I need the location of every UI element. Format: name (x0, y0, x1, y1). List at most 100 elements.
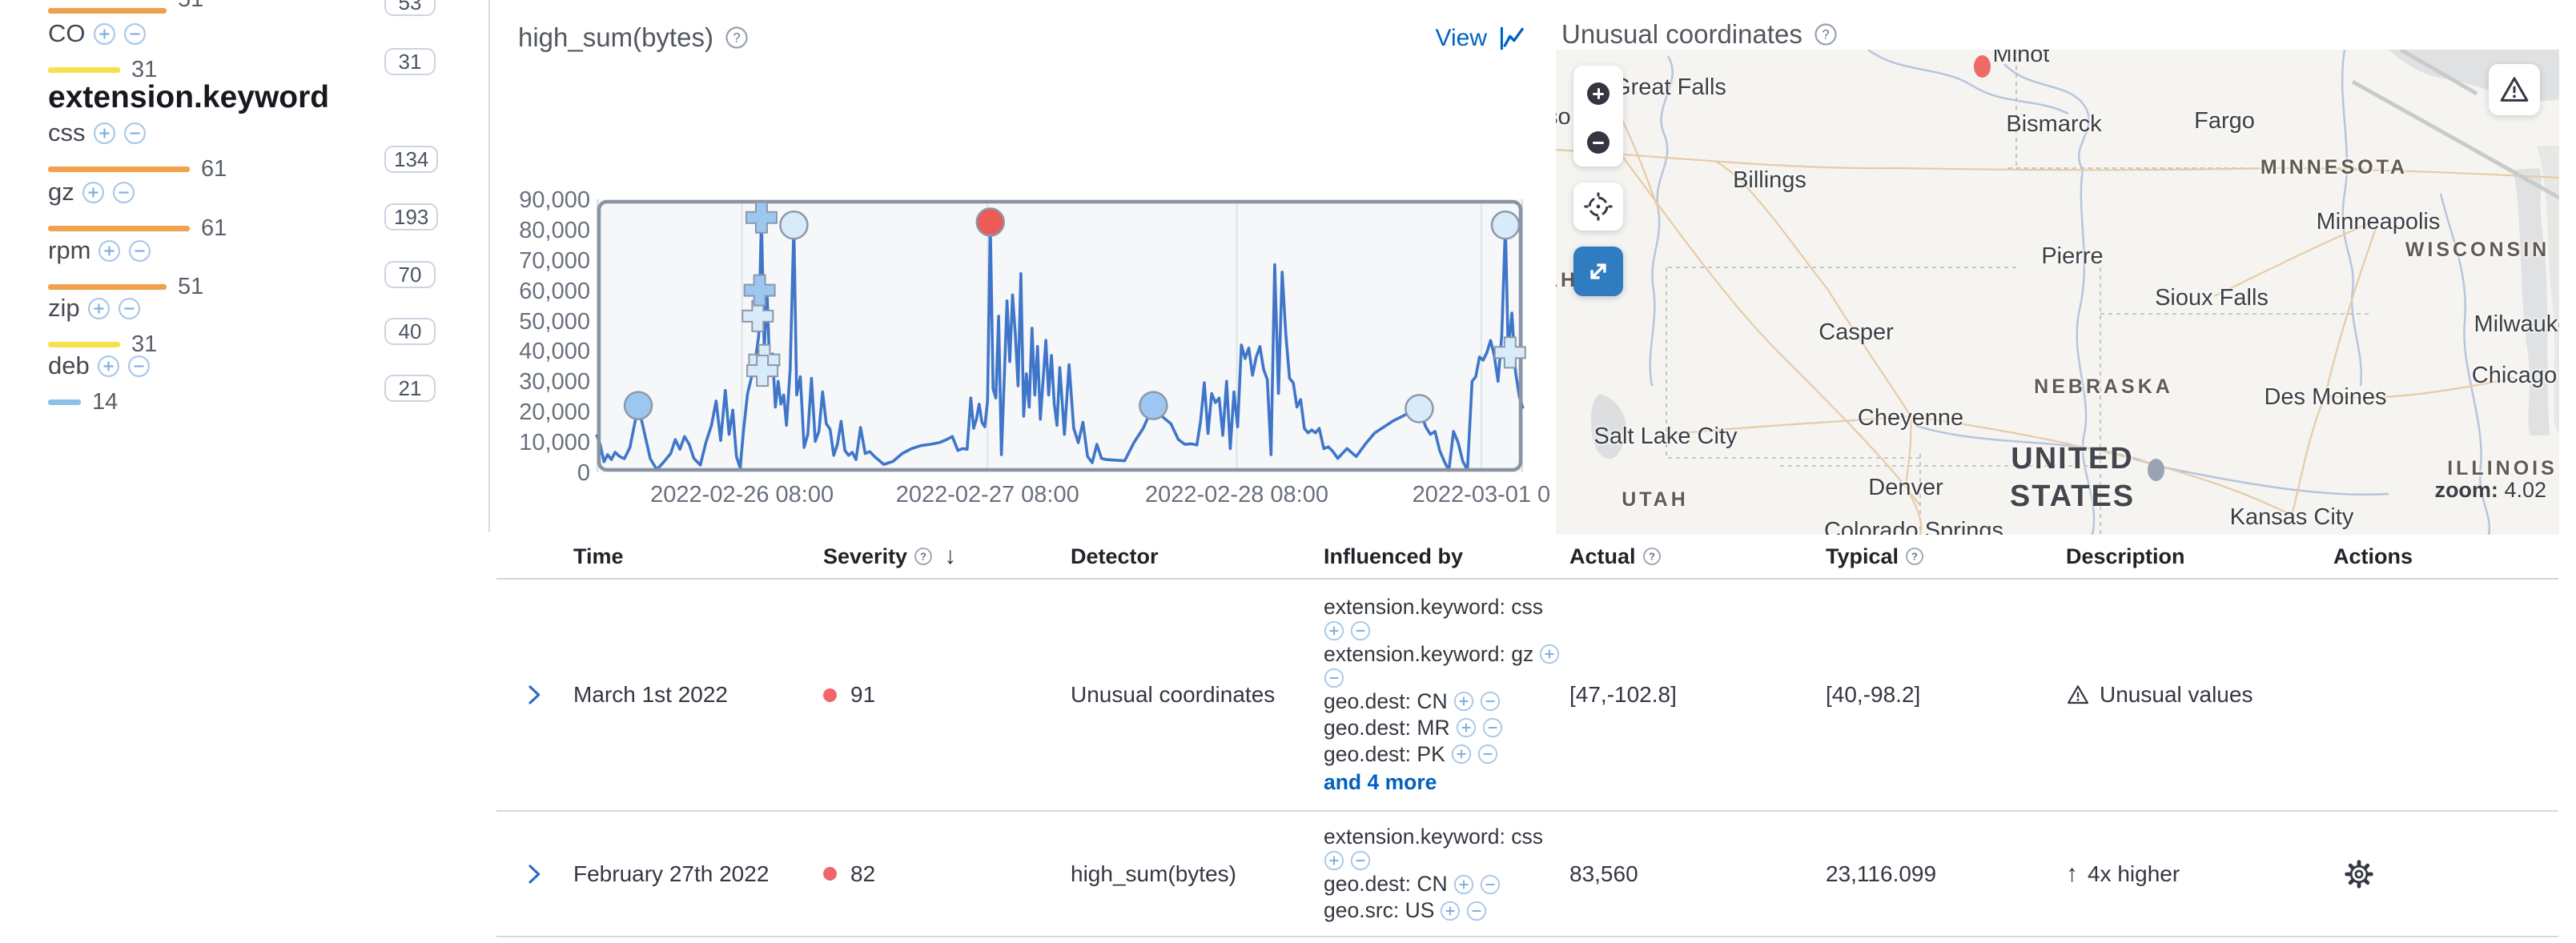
y-axis-tick: 70,000 (494, 248, 590, 275)
column-header-actions: Actions (2321, 535, 2558, 578)
help-icon[interactable]: ? (1642, 547, 1662, 566)
warning-icon (2066, 683, 2090, 707)
expand-row-chevron-icon[interactable] (520, 861, 546, 887)
severity-bar (48, 67, 120, 73)
influencer-value: extension.keyword: gz (1324, 641, 1533, 668)
filter-out-icon[interactable] (1350, 850, 1371, 871)
filter-out-icon[interactable] (123, 22, 147, 46)
filter-out-icon[interactable] (123, 122, 147, 145)
anomaly-time: March 1st 2022 (573, 682, 728, 708)
filter-for-icon[interactable] (1456, 717, 1477, 738)
severity-bar (48, 8, 167, 14)
y-axis-tick: 60,000 (494, 279, 590, 305)
help-icon[interactable]: ? (1814, 22, 1838, 46)
filter-out-icon[interactable] (1482, 717, 1503, 738)
filter-out-icon[interactable] (112, 181, 135, 204)
map-city-label: Fargo (2194, 108, 2255, 134)
expand-row-chevron-icon[interactable] (520, 682, 546, 708)
anomaly-row: February 27th 202282high_sum(bytes)exten… (496, 812, 2558, 937)
filter-out-icon[interactable] (1324, 668, 1344, 688)
influencer-item-zip: zip31 (48, 294, 157, 356)
crosshair-icon (1582, 191, 1614, 223)
anomaly-marker[interactable] (977, 208, 1004, 235)
map-warning-button[interactable] (2489, 64, 2540, 115)
map-expand-button[interactable] (1573, 247, 1623, 296)
influencer-label: gz (48, 178, 74, 207)
influencer-value: geo.src: US (1324, 897, 1434, 924)
map-canvas[interactable]: MinotGreat FallsBismarckFargoBillingsMin… (1556, 50, 2559, 535)
filter-out-icon[interactable] (1480, 691, 1501, 712)
x-axis-tick: 2022-02-28 08:00 (1145, 482, 1328, 508)
filter-for-icon[interactable] (87, 297, 111, 320)
filter-for-icon[interactable] (97, 355, 120, 378)
map-city-label: Des Moines (2264, 384, 2386, 411)
filter-for-icon[interactable] (93, 22, 116, 46)
filter-out-icon[interactable] (1466, 901, 1487, 921)
filter-for-icon[interactable] (82, 181, 105, 204)
filter-for-icon[interactable] (1453, 874, 1474, 895)
help-icon[interactable]: ? (1905, 547, 1924, 566)
filter-for-icon[interactable] (93, 122, 116, 145)
map-city-label: Sioux Falls (2155, 285, 2269, 311)
column-header-severity[interactable]: Severity?↓ (810, 535, 1058, 578)
map-city-label: Billings (1733, 167, 1806, 194)
filter-for-icon[interactable] (1453, 691, 1474, 712)
column-header-expander (496, 535, 561, 578)
anomaly-marker[interactable] (1405, 395, 1433, 422)
map-state-label: ILLINOIS (2447, 457, 2558, 480)
anomaly-count-badge: 134 (384, 146, 438, 173)
severity-dot (823, 867, 837, 881)
fit-to-data-button[interactable] (1573, 183, 1623, 231)
actual-value: 83,560 (1569, 861, 1638, 887)
filter-for-icon[interactable] (1324, 850, 1344, 871)
anomaly-marker[interactable] (1139, 392, 1167, 419)
map-city-label: Colorado Springs (1824, 518, 2003, 535)
anomaly-description: Unusual values (2100, 682, 2252, 708)
map-city-label: Casper (1818, 319, 1894, 346)
help-icon[interactable]: ? (914, 547, 933, 566)
help-icon[interactable]: ? (1814, 22, 1838, 46)
timeseries-chart[interactable] (490, 0, 1553, 532)
map-city-label: Salt Lake City (1594, 423, 1738, 450)
anomaly-marker[interactable] (1492, 211, 1519, 239)
severity-bar (48, 399, 81, 405)
influencer-value: geo.dest: CN (1324, 871, 1448, 897)
arrow-up-icon: ↑ (2066, 861, 2078, 888)
map-city-label: so (1556, 104, 1571, 130)
svg-text:?: ? (1911, 551, 1918, 563)
anomaly-count-badge: 31 (384, 48, 436, 75)
anomaly-marker[interactable] (780, 211, 807, 239)
actual-coordinates-marker[interactable] (1974, 55, 1991, 78)
filter-for-icon[interactable] (1451, 744, 1472, 764)
filter-for-icon[interactable] (98, 239, 121, 263)
severity-score: 82 (850, 861, 875, 887)
anomaly-marker[interactable] (625, 392, 652, 419)
zoom-out-button[interactable] (1587, 131, 1609, 154)
map-city-label: Denver (1868, 475, 1943, 501)
y-axis-tick: 90,000 (494, 187, 590, 214)
actions-gear-icon[interactable] (2345, 860, 2373, 889)
show-more-influencers-link[interactable]: and 4 more (1324, 768, 1437, 797)
severity-bar (48, 167, 190, 172)
facet-group-title: extension.keyword (48, 80, 329, 115)
filter-out-icon[interactable] (1350, 620, 1371, 641)
filter-for-icon[interactable] (1440, 901, 1461, 921)
influencer-label: CO (48, 19, 86, 48)
svg-text:?: ? (1649, 551, 1655, 563)
filter-out-icon[interactable] (1477, 744, 1498, 764)
severity-score: 91 (850, 682, 875, 708)
typical-coordinates-marker[interactable] (2148, 459, 2164, 481)
filter-out-icon[interactable] (127, 355, 151, 378)
actual-value: [47,-102.8] (1569, 682, 1677, 708)
filter-for-icon[interactable] (1324, 620, 1344, 641)
filter-out-icon[interactable] (128, 239, 151, 263)
column-header-detector: Detector (1058, 535, 1311, 578)
filter-out-icon[interactable] (118, 297, 141, 320)
map-state-label: MINNESOTA (2261, 156, 2408, 179)
zoom-in-button[interactable] (1587, 82, 1609, 105)
anomaly-count-badge: 70 (384, 261, 436, 288)
x-axis-tick: 2022-03-01 0 (1413, 482, 1551, 508)
influencer-value: geo.dest: CN (1324, 688, 1448, 715)
anomaly-chart-card: high_sum(bytes) ? View 010,00020,00030,0… (488, 0, 1553, 532)
filter-out-icon[interactable] (1480, 874, 1501, 895)
